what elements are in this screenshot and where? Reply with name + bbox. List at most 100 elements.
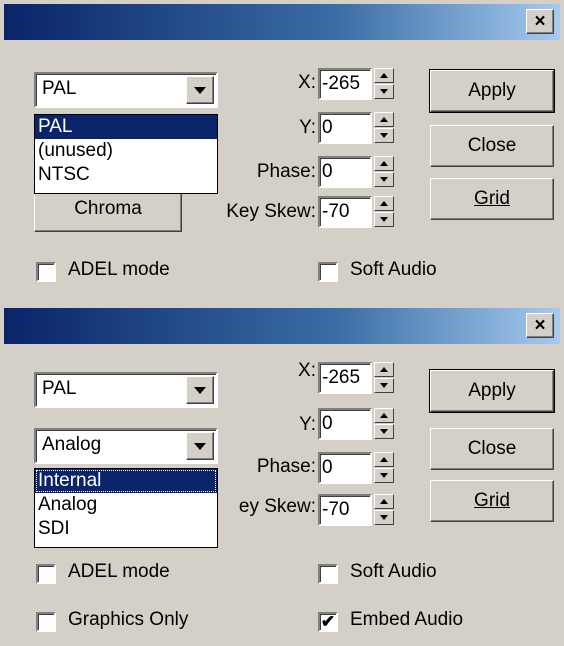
dropdown-button[interactable] [186, 376, 214, 404]
y-label: Y: [299, 414, 316, 435]
key-skew-field[interactable]: -70 [318, 494, 372, 526]
y-spinner[interactable]: 0 [318, 112, 396, 144]
settings-window-1: × PAL Chroma PAL (unused) NTSC X: Y: Pha… [0, 0, 564, 300]
list-item[interactable]: (unused) [35, 139, 217, 163]
close-button[interactable]: Close [430, 125, 554, 167]
spin-up-button[interactable] [374, 362, 394, 377]
key-skew-label: ey Skew: [238, 496, 316, 517]
key-skew-spinner[interactable]: -70 [318, 494, 396, 526]
close-window-button[interactable]: × [526, 313, 554, 338]
spin-up-button[interactable] [374, 156, 394, 171]
source-value: Analog [42, 434, 102, 455]
spin-up-button[interactable] [374, 494, 394, 509]
y-spinner[interactable]: 0 [318, 408, 396, 440]
spin-up-button[interactable] [374, 112, 394, 127]
soft-audio-label: Soft Audio [350, 561, 437, 582]
x-spinner[interactable]: -265 [318, 362, 396, 394]
adel-mode-label: ADEL mode [68, 259, 170, 280]
phase-field[interactable]: 0 [318, 452, 372, 484]
spin-up-button[interactable] [374, 196, 394, 211]
settings-window-2: × PAL Analog Internal Analog SDI X: Y: P… [0, 300, 564, 646]
x-label: X: [298, 360, 316, 381]
spin-down-button[interactable] [374, 424, 394, 439]
list-item[interactable]: PAL [35, 115, 217, 139]
arrow-down-icon [380, 429, 388, 434]
video-standard-combo[interactable]: PAL [34, 72, 218, 108]
list-item[interactable]: NTSC [35, 163, 217, 187]
arrow-down-icon [380, 133, 388, 138]
arrow-down-icon [380, 473, 388, 478]
list-item[interactable]: Analog [35, 493, 217, 517]
embed-audio-checkbox[interactable]: ✔ [318, 612, 338, 632]
adel-mode-checkbox[interactable] [36, 262, 56, 282]
source-dropdown-list[interactable]: Internal Analog SDI [34, 468, 218, 548]
spin-down-button[interactable] [374, 510, 394, 525]
key-skew-spinner[interactable]: -70 [318, 196, 396, 228]
adel-mode-checkbox[interactable] [36, 564, 56, 584]
x-field[interactable]: -265 [318, 362, 372, 394]
phase-field[interactable]: 0 [318, 156, 372, 188]
title-bar[interactable]: × [4, 4, 560, 40]
x-spinner[interactable]: -265 [318, 68, 396, 100]
list-item[interactable]: Internal [35, 469, 217, 493]
arrow-down-icon [380, 177, 388, 182]
arrow-down-icon [380, 217, 388, 222]
video-standard-dropdown-list[interactable]: PAL (unused) NTSC [34, 114, 218, 194]
arrow-up-icon [380, 367, 388, 372]
y-label: Y: [299, 117, 316, 138]
apply-button[interactable]: Apply [429, 369, 555, 413]
chevron-down-icon [194, 443, 206, 450]
apply-button-label: Apply [468, 380, 516, 401]
arrow-down-icon [380, 383, 388, 388]
video-standard-value: PAL [42, 378, 77, 399]
arrow-down-icon [380, 515, 388, 520]
x-field[interactable]: -265 [318, 68, 372, 100]
graphics-only-label: Graphics Only [68, 609, 189, 630]
spin-down-button[interactable] [374, 468, 394, 483]
source-combo[interactable]: Analog [34, 428, 218, 464]
close-button[interactable]: Close [430, 428, 554, 470]
list-item[interactable]: SDI [35, 517, 217, 541]
checkmark-icon: ✔ [320, 612, 336, 631]
spin-up-button[interactable] [374, 68, 394, 83]
phase-spinner[interactable]: 0 [318, 452, 396, 484]
phase-label: Phase: [256, 456, 316, 477]
x-label: X: [298, 72, 316, 93]
video-standard-value: PAL [42, 78, 77, 99]
soft-audio-label: Soft Audio [350, 259, 437, 280]
apply-button-label: Apply [468, 80, 516, 101]
key-skew-field[interactable]: -70 [318, 196, 372, 228]
phase-spinner[interactable]: 0 [318, 156, 396, 188]
adel-mode-label: ADEL mode [68, 561, 170, 582]
spin-down-button[interactable] [374, 84, 394, 99]
y-field[interactable]: 0 [318, 112, 372, 144]
apply-button[interactable]: Apply [429, 69, 555, 113]
video-standard-combo[interactable]: PAL [34, 372, 218, 408]
soft-audio-checkbox[interactable] [318, 564, 338, 584]
spin-up-button[interactable] [374, 408, 394, 423]
arrow-up-icon [380, 73, 388, 78]
dropdown-button[interactable] [186, 76, 214, 104]
spin-up-button[interactable] [374, 452, 394, 467]
y-field[interactable]: 0 [318, 408, 372, 440]
spin-down-button[interactable] [374, 128, 394, 143]
chevron-down-icon [194, 87, 206, 94]
spin-down-button[interactable] [374, 212, 394, 227]
arrow-up-icon [380, 413, 388, 418]
dropdown-button[interactable] [186, 432, 214, 460]
soft-audio-checkbox[interactable] [318, 262, 338, 282]
grid-button[interactable]: Grid [430, 178, 554, 220]
arrow-up-icon [380, 117, 388, 122]
arrow-up-icon [380, 499, 388, 504]
grid-button-label: Grid [474, 188, 510, 209]
arrow-up-icon [380, 161, 388, 166]
spin-down-button[interactable] [374, 378, 394, 393]
grid-button-label: Grid [474, 490, 510, 511]
embed-audio-label: Embed Audio [350, 609, 464, 630]
key-skew-label: Key Skew: [226, 201, 316, 222]
title-bar[interactable]: × [4, 308, 560, 344]
spin-down-button[interactable] [374, 172, 394, 187]
graphics-only-checkbox[interactable] [36, 612, 56, 632]
grid-button[interactable]: Grid [430, 480, 554, 522]
close-window-button[interactable]: × [526, 9, 554, 34]
